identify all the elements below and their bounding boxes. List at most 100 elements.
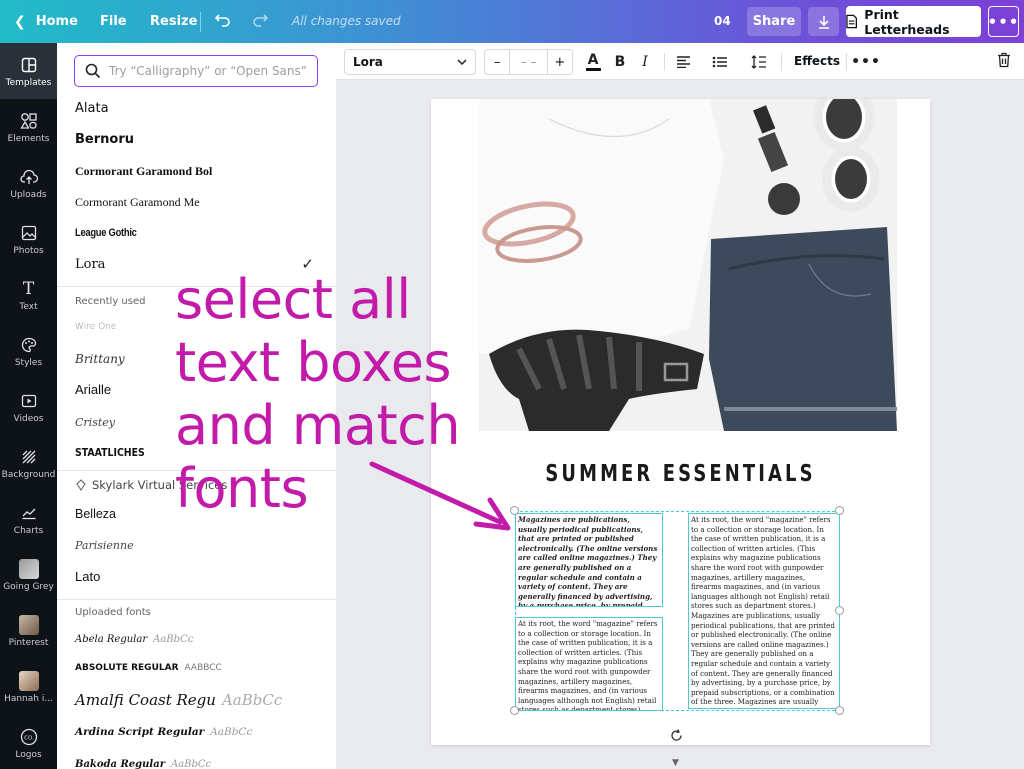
uploaded-font-sample: AaBbCc [221, 691, 283, 709]
uploaded-font-name: Amalfi Coast Regu [75, 691, 216, 709]
text-box[interactable]: At its root, the word "magazine" refers … [688, 513, 840, 709]
undo-icon[interactable] [214, 10, 232, 33]
align-left-button[interactable] [673, 51, 693, 73]
elements-icon [19, 111, 38, 131]
font-option[interactable]: Alata [75, 96, 320, 120]
trash-icon[interactable] [997, 52, 1011, 72]
search-placeholder: Try “Calligraphy” or “Open Sans” [109, 64, 307, 78]
rail-item-elements[interactable]: Elements [0, 99, 57, 155]
rail-item-uploads[interactable]: Uploads [0, 155, 57, 211]
rail-label: Going Grey [3, 581, 54, 592]
rail-item-going-grey[interactable]: Going Grey [0, 547, 57, 603]
save-status: All changes saved [292, 14, 401, 28]
download-button[interactable] [808, 7, 839, 36]
annotation-arrow-icon [369, 461, 511, 531]
annotation-line: and match [175, 394, 461, 457]
bold-button[interactable]: B [611, 51, 629, 73]
flatlay-photo[interactable] [479, 99, 897, 431]
font-option[interactable]: Parisienne [75, 533, 320, 557]
font-size-stepper: – – – + [484, 49, 573, 75]
uploaded-fonts-heading: Uploaded fonts [75, 607, 151, 618]
chevron-down-icon[interactable]: ▼ [672, 758, 679, 768]
align-left-icon [676, 56, 690, 68]
rail-label: Charts [13, 525, 44, 536]
increase-size-button[interactable]: + [548, 55, 572, 70]
styles-icon [21, 335, 37, 355]
headline-text[interactable]: SUMMER ESSENTIALS [486, 461, 875, 487]
page-count: 04 [714, 14, 731, 28]
text-box[interactable]: Magazines are publications, usually peri… [515, 513, 663, 607]
spacing-button[interactable] [749, 51, 769, 73]
rail-label: Photos [13, 245, 44, 256]
rail-item-hannah[interactable]: Hannah i... [0, 659, 57, 715]
redo-icon[interactable] [251, 10, 269, 33]
resize-handle[interactable] [510, 706, 519, 715]
font-option[interactable]: Bernoru [75, 127, 320, 151]
rail-label: Uploads [10, 189, 47, 200]
uploaded-font-option[interactable]: Amalfi Coast Regu AaBbCc [75, 688, 320, 712]
videos-icon [21, 391, 37, 411]
photos-icon [21, 223, 37, 243]
file-menu[interactable]: File [100, 0, 127, 43]
rail-label: Pinterest [8, 637, 49, 648]
rail-item-templates[interactable]: Templates [0, 43, 57, 99]
font-option[interactable]: Cormorant Garamond Me [75, 190, 320, 214]
rail-item-charts[interactable]: Charts [0, 491, 57, 547]
font-size-input[interactable]: – – [509, 50, 548, 74]
font-family-select[interactable]: Lora [344, 49, 476, 75]
home-button[interactable]: ❮ Home [14, 0, 78, 43]
home-label: Home [35, 14, 78, 29]
divider [664, 53, 665, 71]
rail-label: Styles [14, 357, 43, 368]
decrease-size-button[interactable]: – [485, 55, 509, 70]
uploaded-font-name: ABSOLUTE REGULAR [75, 663, 179, 673]
rail-item-text[interactable]: T Text [0, 267, 57, 323]
rail-label: Text [19, 301, 38, 312]
rail-item-logos[interactable]: CO. Logos [0, 715, 57, 769]
brand-kit-icon [76, 479, 86, 491]
text-box[interactable]: At its root, the word "magazine" refers … [515, 617, 663, 711]
uploaded-font-option[interactable]: Abela Regular AaBbCc [75, 627, 320, 651]
resize-handle[interactable] [835, 606, 844, 615]
download-icon [818, 15, 829, 29]
effects-button[interactable]: Effects [794, 54, 840, 68]
font-option[interactable]: League Gothic [75, 221, 283, 245]
uploaded-font-option[interactable]: Bakoda Regular AaBbCc [75, 752, 320, 769]
list-button[interactable] [710, 51, 730, 73]
rail-label: Elements [7, 133, 50, 144]
divider [781, 53, 782, 71]
font-option[interactable]: Cormorant Garamond Bol [75, 159, 320, 183]
uploaded-font-name: Bakoda Regular [75, 758, 165, 769]
rail-label: Videos [13, 413, 44, 424]
background-icon [21, 447, 37, 467]
bulleted-list-icon [712, 56, 727, 68]
rail-item-pinterest[interactable]: Pinterest [0, 603, 57, 659]
divider [57, 599, 336, 600]
charts-icon [21, 503, 37, 523]
resize-handle[interactable] [835, 706, 844, 715]
font-option[interactable]: Lato [75, 564, 320, 588]
more-toolbar-options-icon[interactable]: ••• [851, 51, 880, 73]
text-color-letter: A [587, 51, 599, 68]
italic-button[interactable]: I [636, 51, 654, 73]
uploaded-font-option[interactable]: Ardina Script Regular AaBbCc [75, 720, 320, 744]
search-icon [85, 63, 101, 79]
font-search-input[interactable]: Try “Calligraphy” or “Open Sans” [74, 55, 318, 87]
rail-item-styles[interactable]: Styles [0, 323, 57, 379]
rotate-icon[interactable] [670, 729, 683, 745]
rail-item-videos[interactable]: Videos [0, 379, 57, 435]
more-options-button[interactable]: ••• [988, 6, 1019, 37]
resize-handle[interactable] [835, 506, 844, 515]
font-option-label: Lora [75, 256, 106, 272]
design-page[interactable]: SUMMER ESSENTIALS Magazines are publicat… [431, 99, 930, 745]
svg-text:CO.: CO. [24, 735, 34, 741]
rail-item-background[interactable]: Background [0, 435, 57, 491]
share-button[interactable]: Share [747, 7, 801, 36]
document-icon [846, 14, 857, 29]
text-color-button[interactable]: A [582, 51, 604, 73]
rail-item-photos[interactable]: Photos [0, 211, 57, 267]
uploaded-font-sample: AABBCC [184, 663, 222, 673]
uploaded-font-option[interactable]: ABSOLUTE REGULAR AABBCC [75, 656, 320, 680]
resize-button[interactable]: Resize [150, 0, 197, 43]
print-letterheads-button[interactable]: Print Letterheads [846, 6, 981, 37]
